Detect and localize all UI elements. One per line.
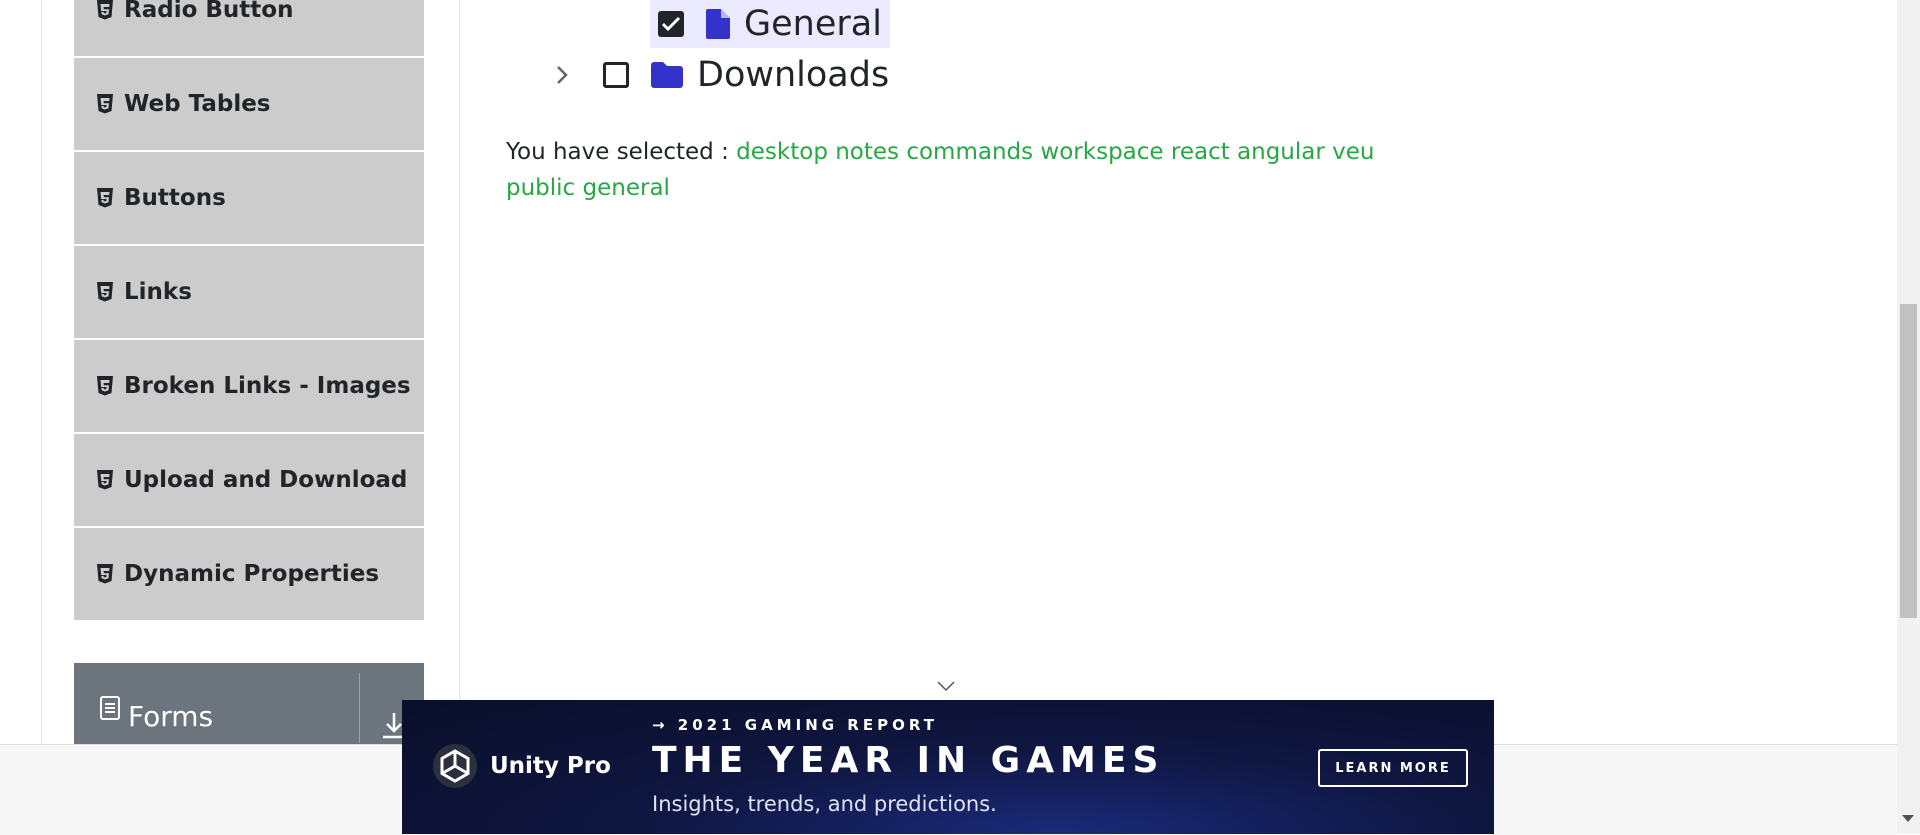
sidebar-item-label: Web Tables: [124, 91, 271, 117]
ad-brand-name: Unity Pro: [490, 753, 611, 779]
html5-icon: [96, 94, 114, 114]
checkbox-checked[interactable]: [658, 11, 684, 37]
sidebar-item-dynamic-properties[interactable]: Dynamic Properties: [74, 528, 424, 622]
sidebar-group-forms[interactable]: Forms: [74, 663, 424, 753]
scroll-down-arrow-icon[interactable]: [1902, 815, 1914, 822]
ad-kicker: → 2021 GAMING REPORT: [652, 716, 938, 734]
sidebar-item-label: Broken Links - Images: [124, 373, 411, 399]
tree-node-downloads[interactable]: Downloads: [555, 52, 889, 98]
html5-icon: [96, 0, 114, 20]
ad-brand: Unity Pro: [432, 743, 611, 789]
scrollbar-thumb[interactable]: [1900, 304, 1917, 618]
sidebar-item-label: Buttons: [124, 185, 226, 211]
sidebar-divider: [41, 0, 42, 744]
folder-icon: [651, 62, 683, 88]
unity-logo-icon: [432, 743, 478, 789]
chevron-down-icon[interactable]: [936, 678, 956, 692]
ad-subtext: Insights, trends, and predictions.: [652, 792, 997, 816]
html5-icon: [96, 470, 114, 490]
sidebar-item-broken-links[interactable]: Broken Links - Images: [74, 340, 424, 434]
group-label: Forms: [128, 699, 214, 733]
sidebar-item-label: Radio Button: [124, 0, 294, 23]
html5-icon: [96, 376, 114, 396]
sidebar-item-label: Upload and Download: [124, 467, 408, 493]
ad-headline: THE YEAR IN GAMES: [652, 740, 1165, 781]
main-divider: [459, 0, 460, 744]
sidebar-item-radio-button[interactable]: Radio Button: [74, 0, 424, 58]
tree-node-label: General: [744, 4, 882, 44]
result-prefix: You have selected :: [506, 139, 729, 165]
sidebar-item-label: Dynamic Properties: [124, 561, 380, 587]
html5-icon: [96, 282, 114, 302]
checkbox-unchecked[interactable]: [603, 62, 629, 88]
tree-node-label: Downloads: [697, 55, 890, 95]
sidebar-item-label: Links: [124, 279, 192, 305]
sidebar-item-upload-download[interactable]: Upload and Download: [74, 434, 424, 528]
tree-node-general[interactable]: General: [650, 0, 890, 48]
file-icon: [706, 9, 730, 39]
document-icon: [100, 696, 120, 720]
ad-banner[interactable]: Unity Pro → 2021 GAMING REPORT THE YEAR …: [402, 700, 1494, 834]
selection-result: You have selected : desktop notes comman…: [506, 134, 1406, 206]
sidebar-menu: Radio Button Web Tables Buttons Links Br…: [74, 0, 424, 622]
chevron-right-icon[interactable]: [555, 64, 579, 86]
sidebar-item-web-tables[interactable]: Web Tables: [74, 58, 424, 152]
sidebar-item-links[interactable]: Links: [74, 246, 424, 340]
html5-icon: [96, 188, 114, 208]
group-divider: [359, 673, 360, 743]
ad-learn-more-button[interactable]: LEARN MORE: [1318, 749, 1468, 787]
sidebar-item-buttons[interactable]: Buttons: [74, 152, 424, 246]
html5-icon: [96, 564, 114, 584]
